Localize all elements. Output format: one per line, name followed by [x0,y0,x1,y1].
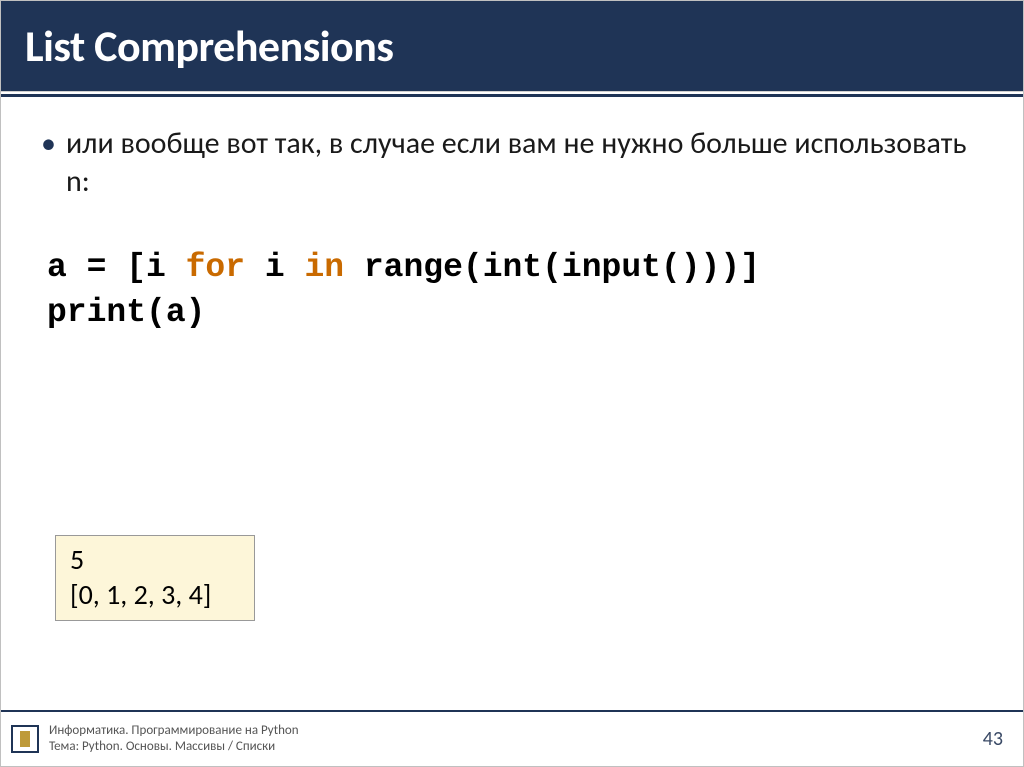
output-line-1: 5 [70,542,240,577]
bullet-item: • или вообще вот так, в случае если вам … [41,125,983,200]
code-token: i [245,249,304,286]
output-box: 5 [0, 1, 2, 3, 4] [55,535,255,621]
output-line-2: [0, 1, 2, 3, 4] [70,577,240,612]
code-token: a = [i [47,249,186,286]
bullet-dot-icon: • [41,125,56,163]
slide-title: List Comprehensions [25,19,999,73]
footer-text: Информатика. Программирование на Python … [49,723,983,756]
slide: List Comprehensions • или вообще вот так… [0,0,1024,767]
code-line-2: print(a) [47,291,983,336]
slide-body: • или вообще вот так, в случае если вам … [1,97,1023,710]
code-line-1: a = [i for i in range(int(input()))] [47,246,983,291]
footer-line-1: Информатика. Программирование на Python [49,723,983,739]
code-keyword: in [304,249,344,286]
code-token: range(int(input()))] [344,249,760,286]
code-block: a = [i for i in range(int(input()))] pri… [47,246,983,335]
footer-logo-icon [11,725,39,753]
slide-footer: Информатика. Программирование на Python … [1,710,1023,766]
bullet-text: или вообще вот так, в случае если вам не… [66,125,983,200]
footer-line-2: Тема: Python. Основы. Массивы / Списки [49,739,983,755]
code-keyword: for [186,249,245,286]
slide-header: List Comprehensions [1,1,1023,91]
page-number: 43 [983,727,1011,751]
footer-logo-inner [20,731,30,747]
